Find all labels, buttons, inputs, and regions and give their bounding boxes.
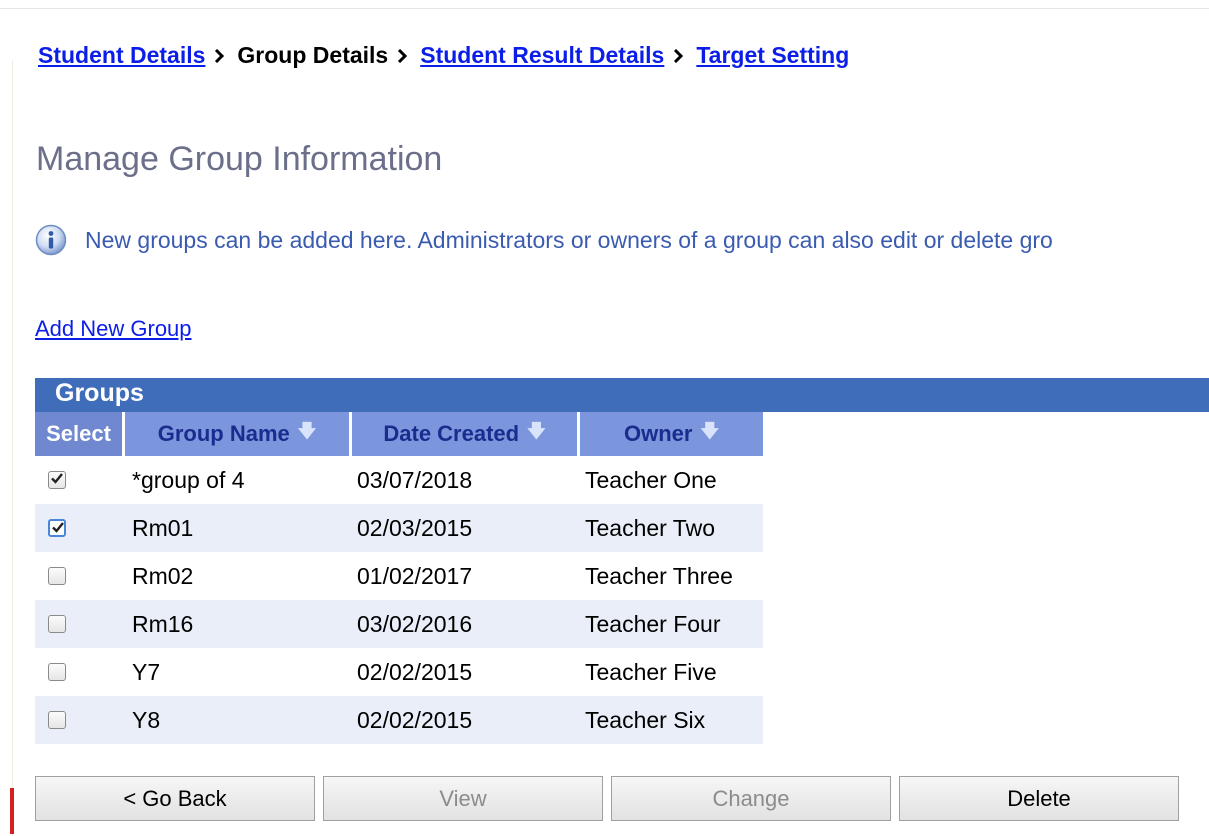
- top-divider: [0, 8, 1209, 9]
- select-cell: [35, 471, 125, 489]
- select-cell: [35, 519, 125, 537]
- page: Student Details Group Details Student Re…: [0, 0, 1209, 836]
- table-row: Y8 02/02/2015 Teacher Six: [35, 696, 763, 744]
- sort-down-arrow-icon: 🡇: [700, 421, 719, 441]
- table-header-row: Select Group Name 🡇 Date Created 🡇 Owner…: [35, 412, 763, 456]
- table-row: Rm16 03/02/2016 Teacher Four: [35, 600, 763, 648]
- table-row: Rm02 01/02/2017 Teacher Three: [35, 552, 763, 600]
- select-cell: [35, 567, 125, 585]
- column-header-select-label: Select: [46, 421, 111, 446]
- group-name-cell: Y8: [132, 706, 161, 733]
- owner-cell: Teacher One: [585, 466, 717, 493]
- select-cell: [35, 615, 125, 633]
- table-row: Y7 02/02/2015 Teacher Five: [35, 648, 763, 696]
- chevron-right-icon: [214, 48, 225, 63]
- column-header-date-created[interactable]: Date Created 🡇: [352, 412, 580, 456]
- date-created-cell: 03/07/2018: [357, 466, 473, 493]
- sort-down-arrow-icon: 🡇: [297, 421, 317, 441]
- owner-cell: Teacher Two: [585, 514, 715, 541]
- date-created-cell: 02/02/2015: [357, 658, 473, 685]
- select-cell: [35, 663, 125, 681]
- group-name-cell: Rm16: [132, 610, 194, 637]
- breadcrumb-group-details: Group Details: [237, 42, 389, 68]
- action-buttons: < Go Back View Change Delete: [35, 776, 1187, 821]
- group-name-cell: Y7: [132, 658, 161, 685]
- column-header-select: Select: [35, 412, 125, 456]
- group-name-cell: *group of 4: [132, 466, 245, 493]
- info-text: New groups can be added here. Administra…: [85, 226, 1053, 253]
- left-divider: [12, 60, 13, 836]
- column-header-owner-label: Owner: [624, 421, 693, 446]
- column-header-owner[interactable]: Owner 🡇: [580, 412, 763, 456]
- checkbox-icon[interactable]: [48, 519, 66, 537]
- info-message: New groups can be added here. Administra…: [35, 224, 1053, 256]
- groups-title: Groups: [55, 379, 144, 407]
- info-icon: [35, 224, 67, 256]
- checkbox-icon[interactable]: [48, 711, 66, 729]
- column-header-group-name[interactable]: Group Name 🡇: [125, 412, 352, 456]
- chevron-right-icon: [673, 48, 684, 63]
- view-button[interactable]: View: [323, 776, 603, 821]
- group-name-cell: Rm02: [132, 562, 194, 589]
- checkmark-icon: [52, 522, 64, 533]
- sort-down-arrow-icon: 🡇: [527, 421, 546, 441]
- go-back-button[interactable]: < Go Back: [35, 776, 315, 821]
- column-header-group-name-label: Group Name: [157, 421, 290, 446]
- breadcrumb-student-result-details[interactable]: Student Result Details: [420, 42, 664, 69]
- red-edge-marker: [10, 788, 14, 834]
- breadcrumb-target-setting[interactable]: Target Setting: [696, 42, 849, 69]
- owner-cell: Teacher Five: [585, 658, 717, 685]
- add-new-group-link[interactable]: Add New Group: [35, 316, 192, 342]
- date-created-cell: 01/02/2017: [357, 562, 473, 589]
- date-created-cell: 03/02/2016: [357, 610, 473, 637]
- groups-header-band: Groups: [35, 378, 1209, 412]
- delete-button[interactable]: Delete: [899, 776, 1179, 821]
- date-created-cell: 02/02/2015: [357, 706, 473, 733]
- table-row: *group of 4 03/07/2018 Teacher One: [35, 456, 763, 504]
- chevron-right-icon: [397, 48, 408, 63]
- groups-table: Select Group Name 🡇 Date Created 🡇 Owner…: [35, 412, 763, 744]
- checkbox-icon[interactable]: [48, 471, 66, 489]
- checkmark-icon: [51, 473, 63, 484]
- owner-cell: Teacher Three: [585, 562, 733, 589]
- owner-cell: Teacher Six: [585, 706, 706, 733]
- change-button[interactable]: Change: [611, 776, 891, 821]
- checkbox-icon[interactable]: [48, 567, 66, 585]
- breadcrumb-student-details[interactable]: Student Details: [38, 42, 205, 69]
- page-title: Manage Group Information: [36, 140, 443, 178]
- table-row: Rm01 02/03/2015 Teacher Two: [35, 504, 763, 552]
- group-name-cell: Rm01: [132, 514, 194, 541]
- owner-cell: Teacher Four: [585, 610, 721, 637]
- checkbox-icon[interactable]: [48, 663, 66, 681]
- checkbox-icon[interactable]: [48, 615, 66, 633]
- breadcrumb: Student Details Group Details Student Re…: [38, 42, 849, 69]
- select-cell: [35, 711, 125, 729]
- date-created-cell: 02/03/2015: [357, 514, 473, 541]
- column-header-date-created-label: Date Created: [383, 421, 520, 446]
